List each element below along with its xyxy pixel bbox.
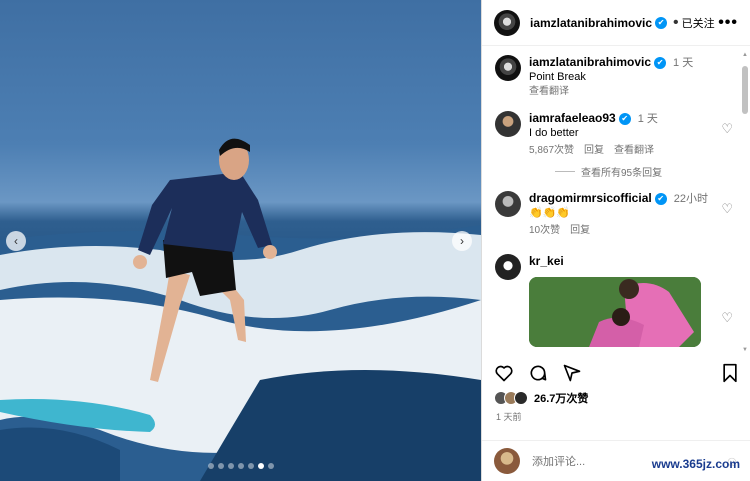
post-photo: ‹ › [0,0,481,481]
caption-translate-link[interactable]: 查看翻译 [529,86,569,97]
comment-time: 22小时 [673,193,708,205]
comment-image[interactable] [529,277,701,347]
comment-item: kr_kei ♡ [495,254,733,347]
view-replies-label: 查看所有95条回复 [581,168,663,179]
carousel-prev-button[interactable]: ‹ [6,231,26,251]
like-heart-icon[interactable]: ♡ [721,201,733,217]
comment-item: dragomirmrsicofficial ✔ 22小时 👏👏👏 10次赞 回复 ♡ [495,191,733,238]
carousel-dot[interactable] [257,463,264,469]
share-button[interactable] [562,363,582,388]
commenter-username[interactable]: dragomirmrsicofficial [529,191,652,205]
more-options-icon[interactable]: ••• [718,14,738,32]
author-username[interactable]: iamzlatanibrahimovic [530,16,652,30]
post-header: iamzlatanibrahimovic ✔ • 已关注 ••• [482,0,750,46]
like-heart-icon[interactable]: ♡ [721,310,733,326]
carousel-dot[interactable] [227,463,234,469]
verified-badge-icon: ✔ [654,193,667,206]
comment-item: iamrafaeleao93 ✔ 1 天 I do better 5,867次赞 回… [495,111,733,158]
carousel-dot[interactable] [207,463,214,469]
comment-icon [530,365,547,381]
heart-icon [495,365,513,381]
watermark-text: www.365jz.com [649,457,742,471]
verified-badge-icon: ✔ [618,113,631,126]
comments-list[interactable]: iamzlatanibrahimovic ✔ 1 天 Point Break 查看翻… [482,47,750,353]
comment-like-count[interactable]: 10次赞 [529,224,560,238]
comments-scrollbar[interactable]: ▲ ▼ [742,52,748,353]
commenter-avatar[interactable] [495,111,521,137]
current-user-avatar [494,448,520,474]
liker-avatars [494,391,528,405]
comment-input[interactable]: 添加评论... [532,453,585,469]
likes-summary[interactable]: 26.7万次赞 [494,390,588,406]
carousel-indicator [0,463,481,469]
caption-time: 1 天 [673,57,694,69]
post-actions-bar [482,360,750,390]
comment-reply-button[interactable]: 回复 [570,224,590,238]
author-avatar[interactable] [494,9,520,36]
chevron-left-icon: ‹ [14,234,18,248]
caption-text: Point Break [529,71,586,83]
caption-avatar[interactable] [495,55,521,81]
carousel-dot[interactable] [217,463,224,469]
follow-status-button[interactable]: 已关注 [682,15,715,31]
carousel-next-button[interactable]: › [452,231,472,251]
comment-button[interactable] [528,363,548,388]
commenter-username[interactable]: kr_kei [529,254,564,268]
commenter-avatar[interactable] [495,254,521,280]
caption-username[interactable]: iamzlatanibrahimovic [529,55,651,69]
chevron-right-icon: › [460,234,464,248]
post-side-panel: iamzlatanibrahimovic ✔ • 已关注 ••• iamzlat… [481,0,750,481]
scrollbar-thumb[interactable] [742,66,748,114]
verified-badge-icon: ✔ [655,16,668,29]
commenter-username[interactable]: iamrafaeleao93 [529,111,616,125]
post-timestamp: 1 天前 [496,412,522,422]
comment-translate-link[interactable]: 查看翻译 [614,144,654,158]
comment-text: I do better [529,127,579,139]
comment-like-count[interactable]: 5,867次赞 [529,144,574,158]
paper-plane-icon [563,364,581,381]
like-heart-icon[interactable]: ♡ [721,121,733,137]
carousel-dot[interactable] [237,463,244,469]
like-button[interactable] [494,363,514,388]
likes-count[interactable]: 26.7万次赞 [534,390,588,406]
post-caption: iamzlatanibrahimovic ✔ 1 天 Point Break 查看翻… [495,55,733,99]
view-replies-button[interactable]: 查看所有95条回复 [555,164,733,179]
commenter-avatar[interactable] [495,191,521,217]
comment-text: 👏👏👏 [529,207,571,219]
verified-badge-icon: ✔ [654,57,667,70]
comment-photo-illustration [529,277,701,347]
surfing-illustration [0,138,481,481]
carousel-dot[interactable] [247,463,254,469]
bookmark-icon [723,363,737,382]
save-button[interactable] [721,363,739,388]
carousel-dot[interactable] [267,463,274,469]
comment-reply-button[interactable]: 回复 [584,144,604,158]
comment-time: 1 天 [637,113,658,125]
